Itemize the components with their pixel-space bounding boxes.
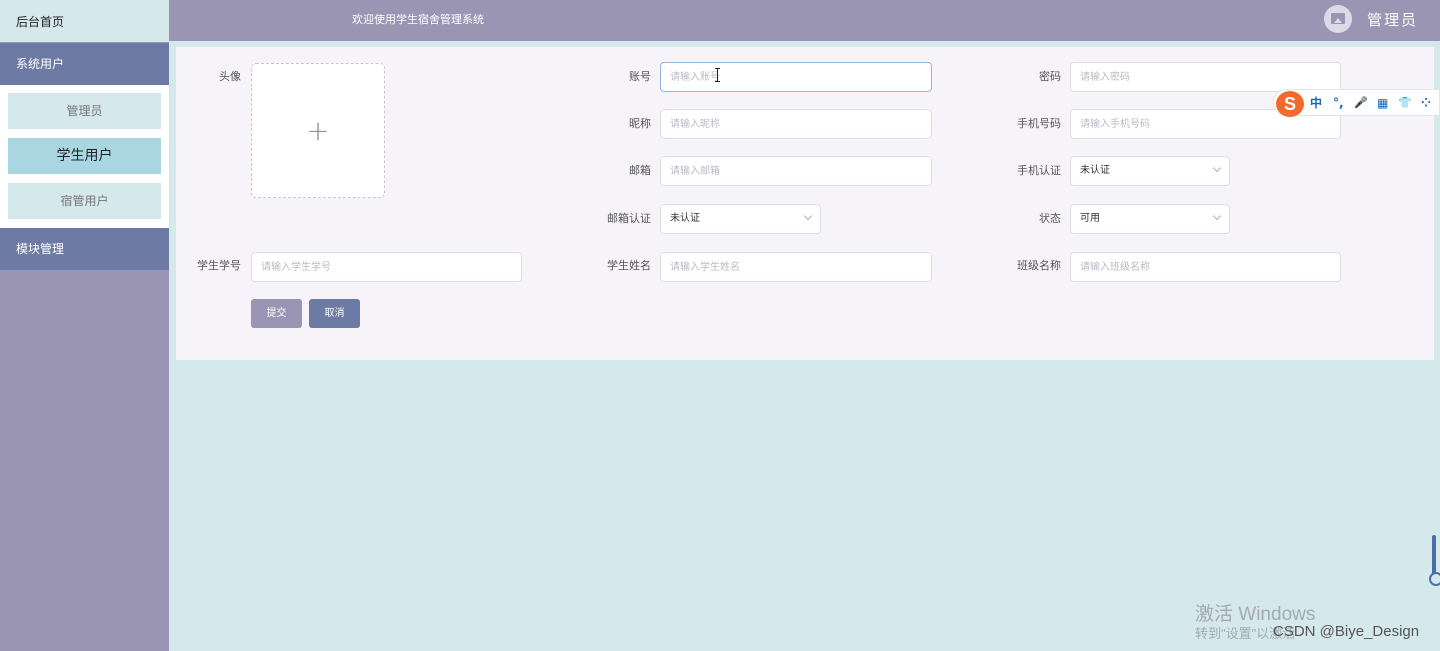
nickname-label: 昵称 [629, 117, 651, 130]
class-name-input[interactable] [1070, 252, 1341, 282]
class-name-label: 班级名称 [1017, 259, 1061, 272]
sogou-logo-icon[interactable]: S [1276, 91, 1304, 117]
email-verify-select[interactable]: 未认证 [660, 204, 821, 234]
header-username[interactable]: 管理员 [1367, 0, 1418, 40]
email-label: 邮箱 [629, 164, 651, 177]
keyboard-icon[interactable]: ▦ [1377, 94, 1388, 112]
sidebar-home-link[interactable]: 后台首页 [0, 0, 169, 42]
status-value: 可用 [1080, 213, 1100, 224]
plus-icon: + [306, 113, 330, 147]
status-label: 状态 [1039, 212, 1061, 225]
chevron-down-icon [803, 211, 813, 221]
ime-toolbar: S 中 °, 🎤 ▦ 👕 ⁘ [1273, 89, 1440, 117]
email-verify-label: 邮箱认证 [607, 212, 651, 225]
account-input[interactable] [660, 62, 932, 92]
skin-icon[interactable]: 👕 [1398, 94, 1412, 112]
windows-activation-title: 激活 Windows [1195, 604, 1316, 625]
sidebar-item-dorm-manager-users[interactable]: 宿管用户 [8, 183, 161, 219]
sidebar-group-system-users[interactable]: 系统用户 [0, 43, 169, 85]
text-cursor-icon [715, 68, 721, 82]
sidebar-item-admin[interactable]: 管理员 [8, 93, 161, 129]
password-label: 密码 [1039, 70, 1061, 83]
top-header: 欢迎使用学生宿舍管理系统 管理员 [169, 0, 1440, 41]
nickname-input[interactable] [660, 109, 932, 139]
student-name-input[interactable] [660, 252, 932, 282]
status-select[interactable]: 可用 [1070, 204, 1230, 234]
email-verify-value: 未认证 [670, 213, 700, 224]
ime-punctuation-icon[interactable]: °, [1333, 94, 1344, 112]
user-avatar-icon[interactable] [1324, 5, 1352, 33]
phone-verify-value: 未认证 [1080, 165, 1110, 176]
microphone-icon[interactable]: 🎤 [1354, 94, 1368, 112]
csdn-watermark: CSDN @Biye_Design [1273, 623, 1420, 640]
chevron-down-icon [1212, 211, 1222, 221]
avatar-label: 头像 [219, 70, 241, 83]
phone-verify-select[interactable]: 未认证 [1070, 156, 1230, 186]
scrollbar-handle[interactable] [1429, 535, 1440, 586]
ime-chinese-mode[interactable]: 中 [1310, 94, 1322, 112]
student-no-label: 学生学号 [197, 259, 241, 272]
avatar-uploader[interactable]: + [251, 63, 385, 198]
toolbox-icon[interactable]: ⁘ [1421, 94, 1431, 112]
account-label: 账号 [629, 70, 651, 83]
sidebar: 后台首页 系统用户 管理员 学生用户 宿管用户 模块管理 [0, 0, 169, 651]
submit-button[interactable]: 提交 [251, 299, 302, 328]
student-name-label: 学生姓名 [607, 259, 651, 272]
phone-label: 手机号码 [1017, 117, 1061, 130]
header-title: 欢迎使用学生宿舍管理系统 [352, 13, 484, 26]
email-input[interactable] [660, 156, 932, 186]
sidebar-submenu: 管理员 学生用户 宿管用户 [0, 85, 169, 228]
sidebar-item-student-users[interactable]: 学生用户 [8, 138, 161, 174]
password-input[interactable] [1070, 62, 1341, 92]
cancel-button[interactable]: 取消 [309, 299, 360, 328]
student-no-input[interactable] [251, 252, 522, 282]
sidebar-group-module-management[interactable]: 模块管理 [0, 228, 169, 270]
phone-verify-label: 手机认证 [1017, 164, 1061, 177]
chevron-down-icon [1212, 163, 1222, 173]
